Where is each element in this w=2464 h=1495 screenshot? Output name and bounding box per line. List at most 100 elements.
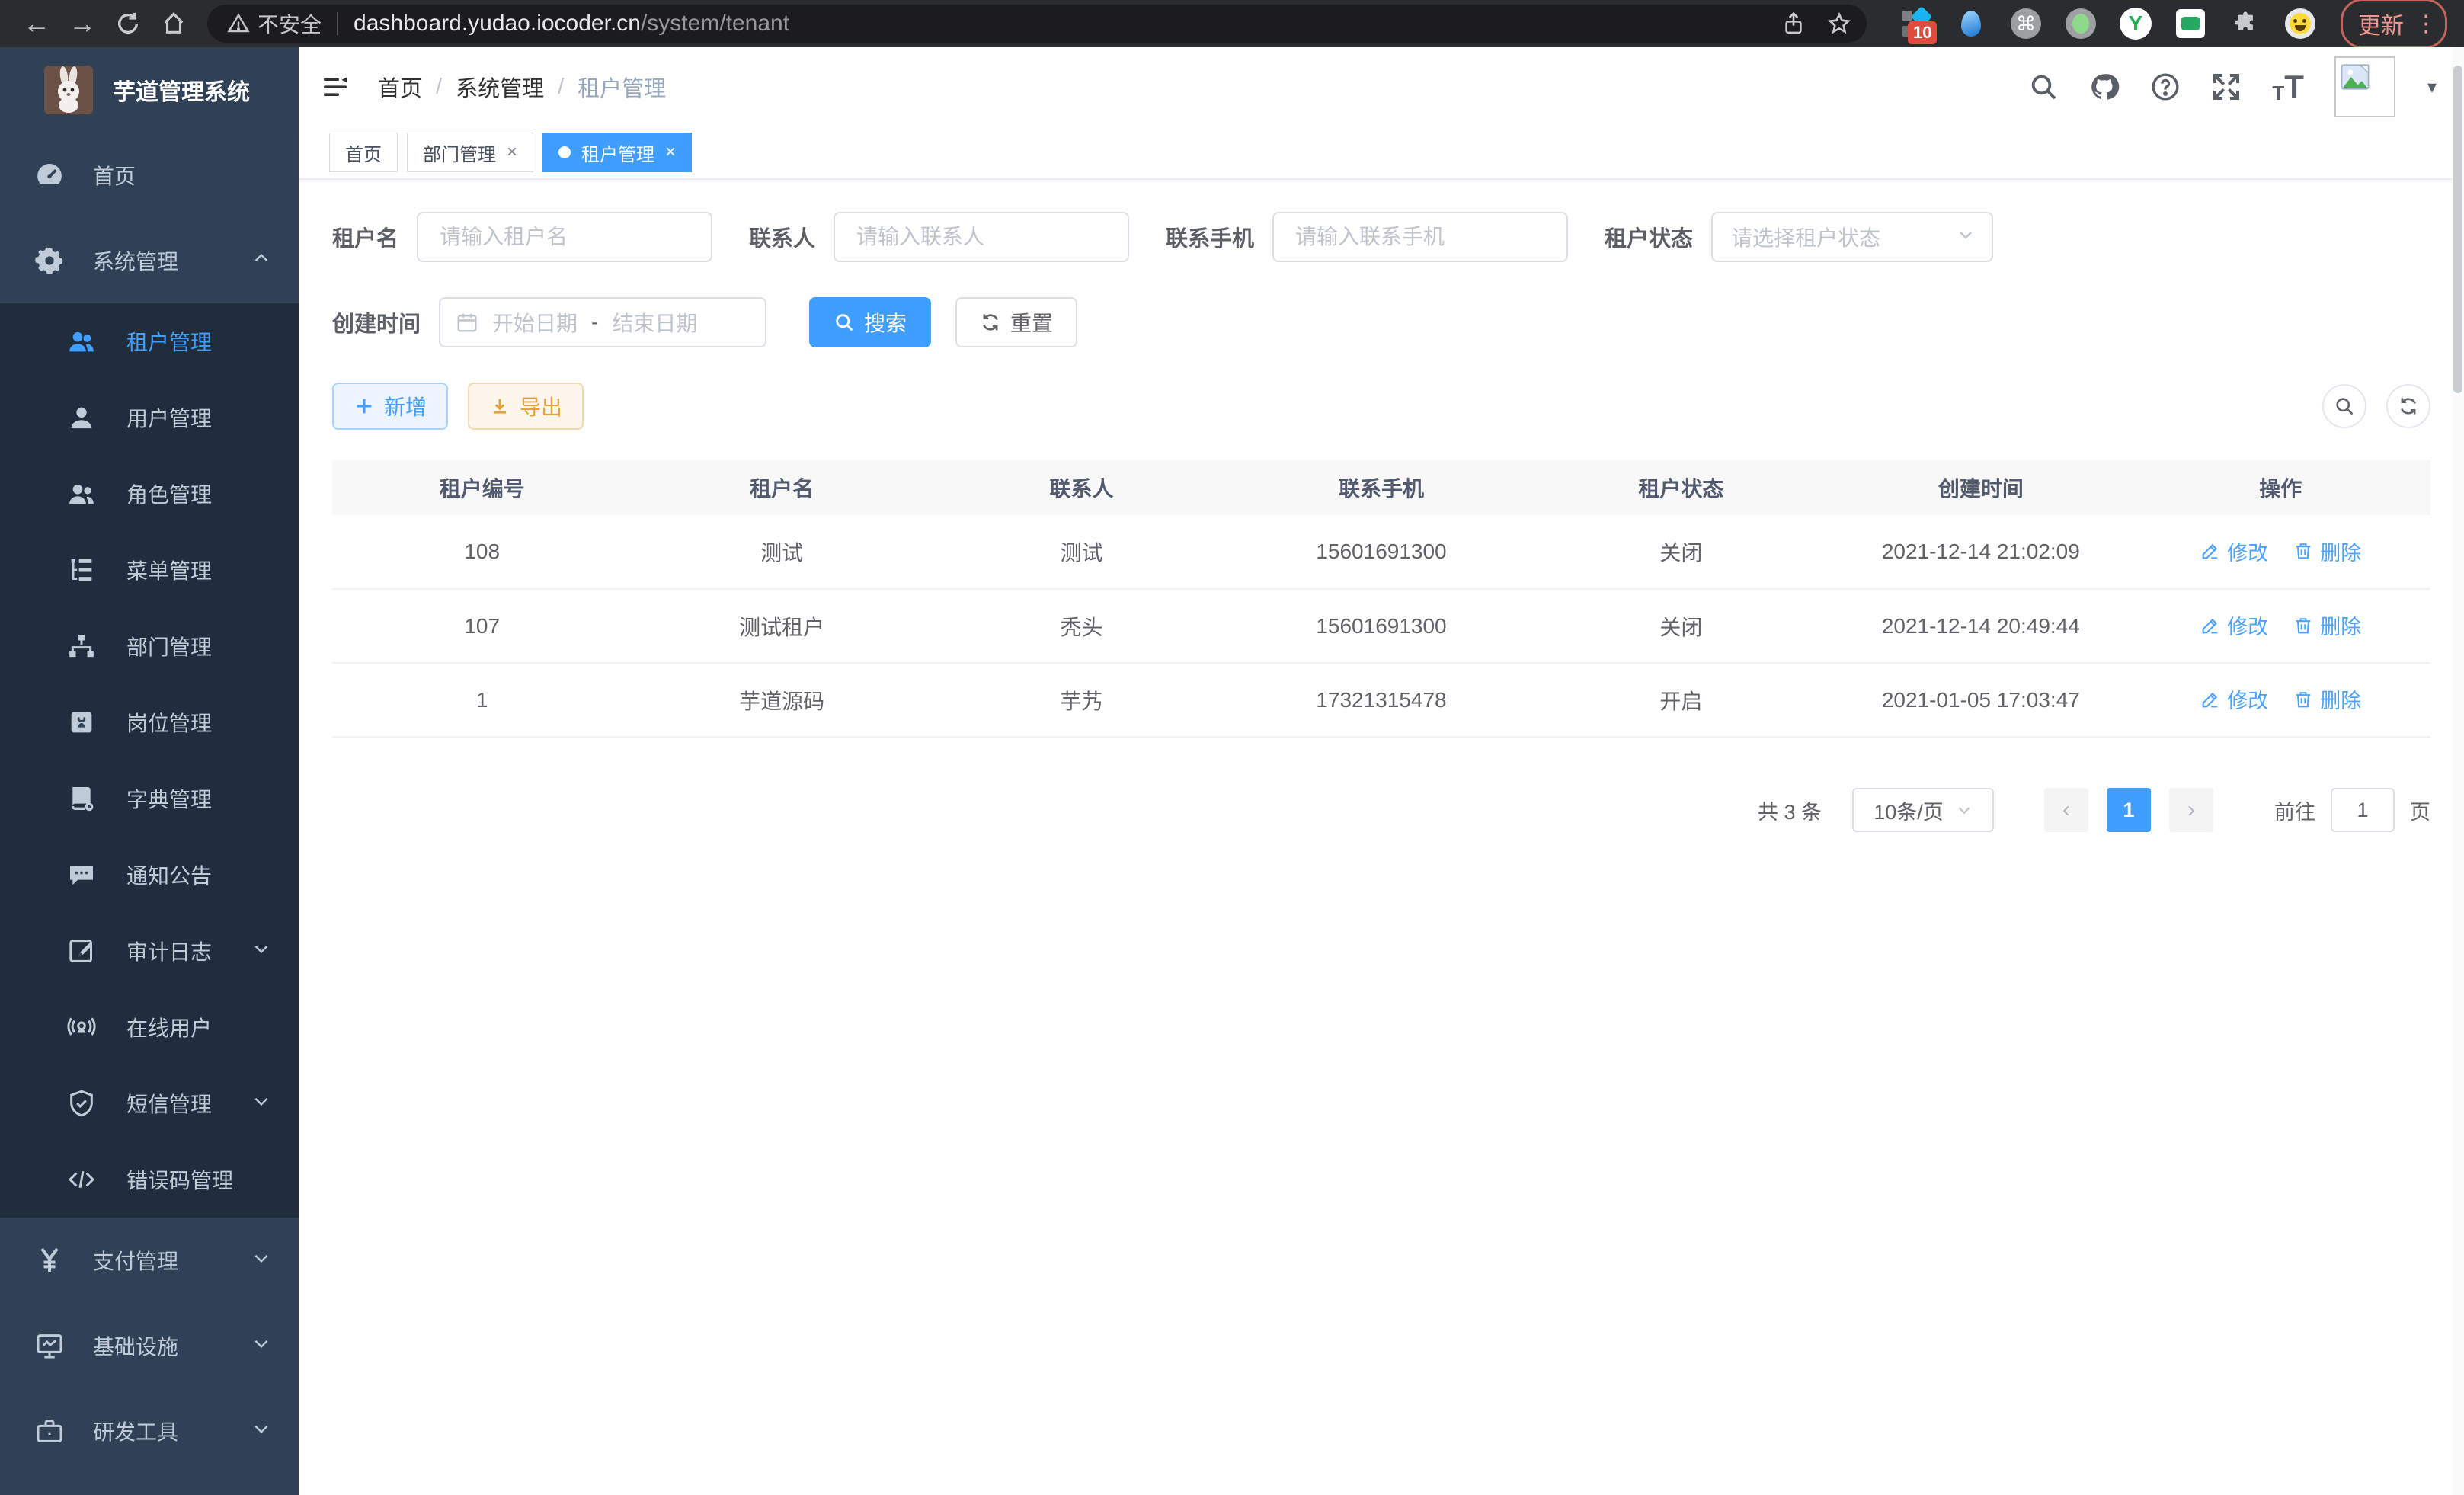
prev-page-button[interactable]: ‹: [2044, 788, 2088, 832]
window-scrollbar[interactable]: [2452, 47, 2464, 1495]
browser-forward-icon[interactable]: →: [62, 4, 102, 43]
extension-command-icon[interactable]: ⌘: [2010, 8, 2042, 40]
page-size-select[interactable]: 10条/页: [1852, 788, 1994, 832]
extension-chat-icon[interactable]: [2174, 8, 2206, 40]
cell-contact: 芋艿: [932, 663, 1231, 737]
edit-button[interactable]: 修改: [2200, 684, 2268, 714]
tab-close-icon[interactable]: ×: [665, 142, 676, 163]
cell-status: 开启: [1531, 663, 1831, 737]
extensions-puzzle-icon[interactable]: [2229, 8, 2261, 40]
date-end-placeholder[interactable]: 结束日期: [612, 307, 697, 338]
help-icon[interactable]: [2150, 72, 2181, 102]
sidebar-item-研发工具[interactable]: 研发工具: [0, 1388, 299, 1474]
sidebar-collapse-icon[interactable]: [320, 69, 357, 105]
date-start-placeholder[interactable]: 开始日期: [492, 307, 578, 338]
sidebar-item-基础设施[interactable]: 基础设施: [0, 1303, 299, 1388]
extension-balloon-icon[interactable]: [1955, 8, 1987, 40]
chevron-up-icon: [251, 248, 271, 274]
font-size-icon[interactable]: TT: [2272, 71, 2304, 103]
next-page-button[interactable]: ›: [2169, 788, 2213, 832]
breadcrumb-item[interactable]: 系统管理: [456, 71, 544, 103]
app-title: 芋道管理系统: [113, 73, 250, 107]
add-button[interactable]: 新增: [332, 383, 448, 430]
scrollbar-thumb[interactable]: [2453, 66, 2462, 393]
tab-label: 部门管理: [423, 139, 496, 166]
delete-button[interactable]: 删除: [2293, 536, 2361, 566]
trash-icon: [2293, 540, 2314, 562]
avatar-dropdown-icon[interactable]: ▾: [2427, 76, 2437, 98]
mobile-input[interactable]: [1272, 212, 1568, 262]
sidebar-item-菜单管理[interactable]: 菜单管理: [0, 532, 299, 608]
column-header: 联系人: [932, 460, 1231, 515]
status-select[interactable]: 请选择租户状态: [1711, 212, 1993, 262]
table-row: 108测试测试15601691300关闭2021-12-14 21:02:09修…: [332, 515, 2430, 589]
column-header: 租户名: [632, 460, 931, 515]
cell-mobile: 17321315478: [1231, 663, 1531, 737]
breadcrumb-item[interactable]: 首页: [378, 71, 422, 103]
contact-input[interactable]: [834, 212, 1129, 262]
sidebar-item-用户管理[interactable]: 用户管理: [0, 379, 299, 456]
mobile-label: 联系手机: [1166, 221, 1254, 253]
warning-icon: [227, 12, 250, 35]
tab-租户管理[interactable]: 租户管理×: [542, 133, 692, 172]
sidebar-item-通知公告[interactable]: 通知公告: [0, 837, 299, 913]
browser-menu-dots-icon[interactable]: ⋮: [2414, 11, 2437, 37]
address-bar[interactable]: 不安全 dashboard.yudao.iocoder.cn/system/te…: [207, 5, 1867, 43]
security-warning[interactable]: 不安全: [227, 8, 322, 39]
refresh-table-button[interactable]: [2386, 384, 2430, 428]
sidebar-item-系统管理[interactable]: 系统管理: [0, 218, 299, 303]
sidebar-item-短信管理[interactable]: 短信管理: [0, 1065, 299, 1141]
extension-tabs-icon[interactable]: 10: [1900, 8, 1932, 40]
delete-button[interactable]: 删除: [2293, 684, 2361, 714]
contact-label: 联系人: [749, 221, 815, 253]
edit-button[interactable]: 修改: [2200, 536, 2268, 566]
cell-id: 108: [332, 515, 632, 589]
sidebar-item-错误码管理[interactable]: 错误码管理: [0, 1141, 299, 1218]
bookmark-star-icon[interactable]: [1827, 11, 1851, 36]
chevron-down-icon: [1956, 802, 1973, 818]
app-logo-row[interactable]: 芋道管理系统: [0, 47, 299, 133]
github-icon[interactable]: [2089, 72, 2120, 102]
edit-button[interactable]: 修改: [2200, 610, 2268, 640]
extension-y-icon[interactable]: Y: [2120, 8, 2152, 40]
sidebar-item-岗位管理[interactable]: 岗位管理: [0, 684, 299, 760]
sidebar-item-字典管理[interactable]: 字典管理: [0, 760, 299, 837]
browser-back-icon[interactable]: ←: [17, 4, 56, 43]
tab-close-icon[interactable]: ×: [507, 142, 517, 163]
url-text[interactable]: dashboard.yudao.iocoder.cn/system/tenant: [354, 11, 789, 37]
tab-首页[interactable]: 首页: [329, 133, 398, 172]
browser-home-icon[interactable]: [154, 4, 194, 43]
column-header: 联系手机: [1231, 460, 1531, 515]
extension-dot-icon[interactable]: [2065, 8, 2097, 40]
sidebar-item-支付管理[interactable]: 支付管理: [0, 1218, 299, 1303]
cell-created: 2021-12-14 21:02:09: [1831, 515, 2130, 589]
sidebar-item-部门管理[interactable]: 部门管理: [0, 608, 299, 684]
extension-emoji-icon[interactable]: [2284, 8, 2316, 40]
tab-部门管理[interactable]: 部门管理 ×: [407, 133, 533, 172]
browser-reload-icon[interactable]: [108, 4, 148, 43]
share-icon[interactable]: [1781, 11, 1806, 36]
sidebar-item-在线用户[interactable]: 在线用户: [0, 989, 299, 1065]
avatar[interactable]: [2334, 56, 2395, 117]
chevron-down-icon: [251, 1091, 271, 1116]
browser-update-button[interactable]: 更新 ⋮: [2341, 0, 2447, 49]
cell-status: 关闭: [1531, 515, 1831, 589]
goto-page-input[interactable]: [2331, 788, 2395, 832]
plus-icon: [354, 395, 375, 417]
delete-button[interactable]: 删除: [2293, 610, 2361, 640]
search-button[interactable]: 搜索: [809, 297, 931, 347]
search-icon[interactable]: [2028, 72, 2059, 102]
toggle-search-button[interactable]: [2322, 384, 2366, 428]
create-time-range-picker[interactable]: 开始日期 - 结束日期: [439, 297, 766, 347]
current-page-button[interactable]: 1: [2107, 788, 2151, 832]
reset-button[interactable]: 重置: [955, 297, 1077, 347]
sidebar-item-角色管理[interactable]: 角色管理: [0, 456, 299, 532]
tenant-name-input[interactable]: [417, 212, 712, 262]
sidebar-item-label: 支付管理: [93, 1245, 178, 1276]
sidebar-item-审计日志[interactable]: 审计日志: [0, 913, 299, 989]
fullscreen-icon[interactable]: [2211, 72, 2242, 102]
sidebar-item-租户管理[interactable]: 租户管理: [0, 303, 299, 379]
extension-badge: 10: [1908, 21, 1937, 44]
sidebar-item-首页[interactable]: 首页: [0, 133, 299, 218]
export-button[interactable]: 导出: [468, 383, 584, 430]
